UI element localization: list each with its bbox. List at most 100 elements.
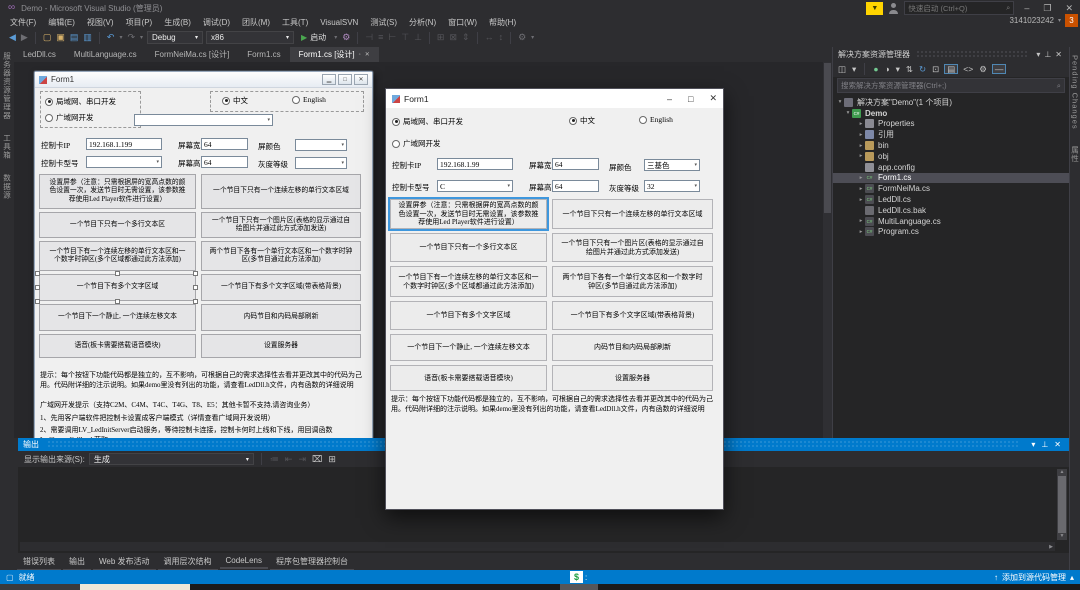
panel-toolbar-icon[interactable]: —: [992, 64, 1007, 75]
scrollbar-thumb[interactable]: [824, 63, 831, 213]
form-minimize-button[interactable]: ▁: [322, 74, 336, 85]
selection-handle[interactable]: [35, 299, 40, 304]
panel-tab[interactable]: Web 发布活动: [93, 555, 156, 571]
toolbar-icon[interactable]: ▥: [82, 33, 93, 42]
designer-form-window[interactable]: Form1 ▁ □ ✕ 局域网、串口开发 广域网开发 中文: [34, 71, 373, 438]
taskbar-segment[interactable]: [0, 584, 80, 590]
menu-item[interactable]: 团队(M): [236, 17, 276, 28]
menu-item[interactable]: 帮助(H): [483, 17, 522, 28]
output-toolbar-icon[interactable]: ⌧: [311, 455, 323, 464]
runtime-form-titlebar[interactable]: Form1 – □ ✕: [386, 89, 723, 108]
menu-item[interactable]: 编辑(E): [42, 17, 81, 28]
document-tab[interactable]: LedDll.cs ◦ ✕: [14, 47, 65, 62]
form-function-button[interactable]: 一个节目下有多个文字区域: [39, 274, 196, 301]
toolbar-icon[interactable]: [510, 32, 511, 44]
radio-lan-serial[interactable]: 局域网、串口开发: [45, 96, 116, 107]
pin-icon[interactable]: ⊥: [1038, 440, 1051, 449]
designer-form-titlebar[interactable]: Form1 ▁ □ ✕: [35, 72, 372, 88]
expander-icon[interactable]: ▾: [844, 110, 852, 116]
document-tab[interactable]: MultiLanguage.cs ◦ ✕: [65, 47, 146, 62]
form-function-button[interactable]: 一个节目下只有一个连续左移的单行文本区域: [201, 174, 361, 209]
tree-item[interactable]: ▸ FormNeiMa.cs: [833, 183, 1069, 194]
toolbar-icon[interactable]: ⊠: [448, 33, 458, 42]
toolbar-icon[interactable]: ⊤: [400, 33, 410, 42]
side-tab[interactable]: Pending Changes: [1071, 55, 1080, 130]
selection-handle[interactable]: [35, 271, 40, 276]
notifications-flag-icon[interactable]: ▼: [866, 2, 883, 15]
toolbar-icon[interactable]: [477, 32, 478, 44]
side-tab[interactable]: 服务器资源管理器: [2, 52, 13, 120]
toolbar-icon[interactable]: ↔: [484, 33, 495, 42]
scroll-up-icon[interactable]: ▲: [1060, 470, 1065, 475]
notification-badge[interactable]: 3: [1065, 14, 1078, 27]
start-debug-button[interactable]: ▶ 启动: [301, 32, 326, 43]
expander-icon[interactable]: ▸: [857, 218, 865, 224]
account-caret-icon[interactable]: ▾: [1058, 17, 1061, 24]
expander-icon[interactable]: ▸: [857, 186, 865, 192]
form-minimize-button[interactable]: –: [667, 94, 672, 104]
panel-toolbar-icon[interactable]: ⇅: [905, 65, 914, 74]
runtime-form-window[interactable]: Form1 – □ ✕ 局域网、串口开发 广域网开发 中文 English 控制…: [385, 88, 724, 510]
form-function-button[interactable]: 一个节目下只有一个连续左移的单行文本区域: [552, 199, 713, 229]
wan-mode-combobox[interactable]: ▾: [134, 114, 273, 126]
toolbar-icon[interactable]: ⇕: [461, 33, 471, 42]
quick-launch-input[interactable]: 快速启动 (Ctrl+Q) ⌕: [904, 1, 1014, 15]
toolbar-icon[interactable]: ⊥: [413, 33, 423, 42]
tree-item[interactable]: ▸ 引用: [833, 129, 1069, 140]
form-function-button[interactable]: 两个节目下各有一个单行文本区和一个数字时钟区(多节目通过此方法添加): [552, 266, 713, 297]
scrollbar-thumb[interactable]: [1058, 476, 1066, 533]
radio-english[interactable]: English: [639, 115, 673, 124]
panel-toolbar-icon[interactable]: <>: [962, 65, 974, 74]
close-icon[interactable]: ✕: [1053, 50, 1064, 59]
output-toolbar-icon[interactable]: ≔: [269, 455, 280, 464]
expander-icon[interactable]: ▸: [857, 143, 865, 149]
toolbar-icon[interactable]: ⊣: [364, 33, 374, 42]
output-horizontal-scrollbar[interactable]: ▶: [20, 542, 1055, 551]
form-function-button[interactable]: 一个节目下只有一个多行文本区: [39, 212, 196, 238]
chevron-down-icon[interactable]: ▾: [1034, 50, 1042, 59]
tree-item[interactable]: ▾ Demo: [833, 108, 1069, 119]
toolbar-icon[interactable]: ▾: [139, 35, 144, 41]
tree-item[interactable]: ▸ Properties: [833, 119, 1069, 130]
menu-item[interactable]: 文件(F): [4, 17, 42, 28]
panel-tab[interactable]: 输出: [63, 555, 91, 571]
side-tab[interactable]: 属性: [1070, 146, 1080, 163]
output-toolbar-icon[interactable]: [261, 453, 262, 465]
panel-toolbar-icon[interactable]: ◫: [837, 65, 847, 74]
scroll-down-icon[interactable]: ▼: [1060, 534, 1065, 539]
solution-explorer-header[interactable]: 解决方案资源管理器 ▾ ⊥ ✕: [833, 47, 1069, 61]
toolbar-icon[interactable]: ▾: [530, 35, 535, 41]
selection-handle[interactable]: [35, 285, 40, 290]
toolbar-icon[interactable]: [429, 32, 430, 44]
form-function-button[interactable]: 一个节目下一个静止, 一个连续左移文本: [390, 334, 547, 361]
form-function-button[interactable]: 一个节目下只有一个图片区(表格的显示通过自绘图片并通过此方式添加发送): [201, 212, 361, 238]
form-function-button[interactable]: 语音(板卡需要搭载语音模块): [390, 365, 547, 391]
output-vertical-scrollbar[interactable]: ▲ ▼: [1057, 469, 1067, 540]
solution-config-dropdown[interactable]: Debug▾: [147, 31, 203, 44]
toolbar-icon[interactable]: [357, 32, 358, 44]
radio-wan[interactable]: 广域网开发: [45, 112, 94, 123]
form-function-button[interactable]: 一个节目下一个静止, 一个连续左移文本: [39, 304, 196, 331]
form-function-button[interactable]: 一个节目下只有一个图片区(表格的显示通过自绘图片并通过此方式添加发送): [552, 233, 713, 262]
panel-toolbar-icon[interactable]: ⚙: [978, 65, 988, 74]
expander-icon[interactable]: ▸: [857, 197, 865, 203]
toolbar-icon[interactable]: [99, 32, 100, 44]
card-model-combobox[interactable]: C▾: [437, 180, 513, 192]
card-model-combobox[interactable]: ▾: [86, 156, 162, 168]
menu-item[interactable]: 工具(T): [276, 17, 314, 28]
panel-tab[interactable]: 调用层次结构: [158, 555, 218, 571]
expander-icon[interactable]: ▸: [857, 153, 865, 159]
panel-tab[interactable]: 错误列表: [17, 555, 61, 571]
menu-item[interactable]: 视图(V): [81, 17, 120, 28]
document-tab[interactable]: Form1.cs [设计] ◦ ✕: [290, 47, 379, 62]
solution-search-input[interactable]: 搜索解决方案资源管理器(Ctrl+;) ⌕: [837, 78, 1065, 93]
toolbar-icon[interactable]: ≡: [377, 33, 384, 42]
output-toolbar-icon[interactable]: ⇥: [297, 455, 307, 464]
form-function-button[interactable]: 设置服务器: [201, 334, 361, 358]
close-button[interactable]: ✕: [1061, 4, 1077, 13]
screen-height-input[interactable]: [552, 180, 599, 192]
menu-item[interactable]: 项目(P): [120, 17, 159, 28]
control-ip-input[interactable]: [86, 138, 162, 150]
pin-icon[interactable]: ⊥: [1042, 50, 1053, 59]
tree-item[interactable]: ▾ 解决方案"Demo"(1 个项目): [833, 97, 1069, 108]
